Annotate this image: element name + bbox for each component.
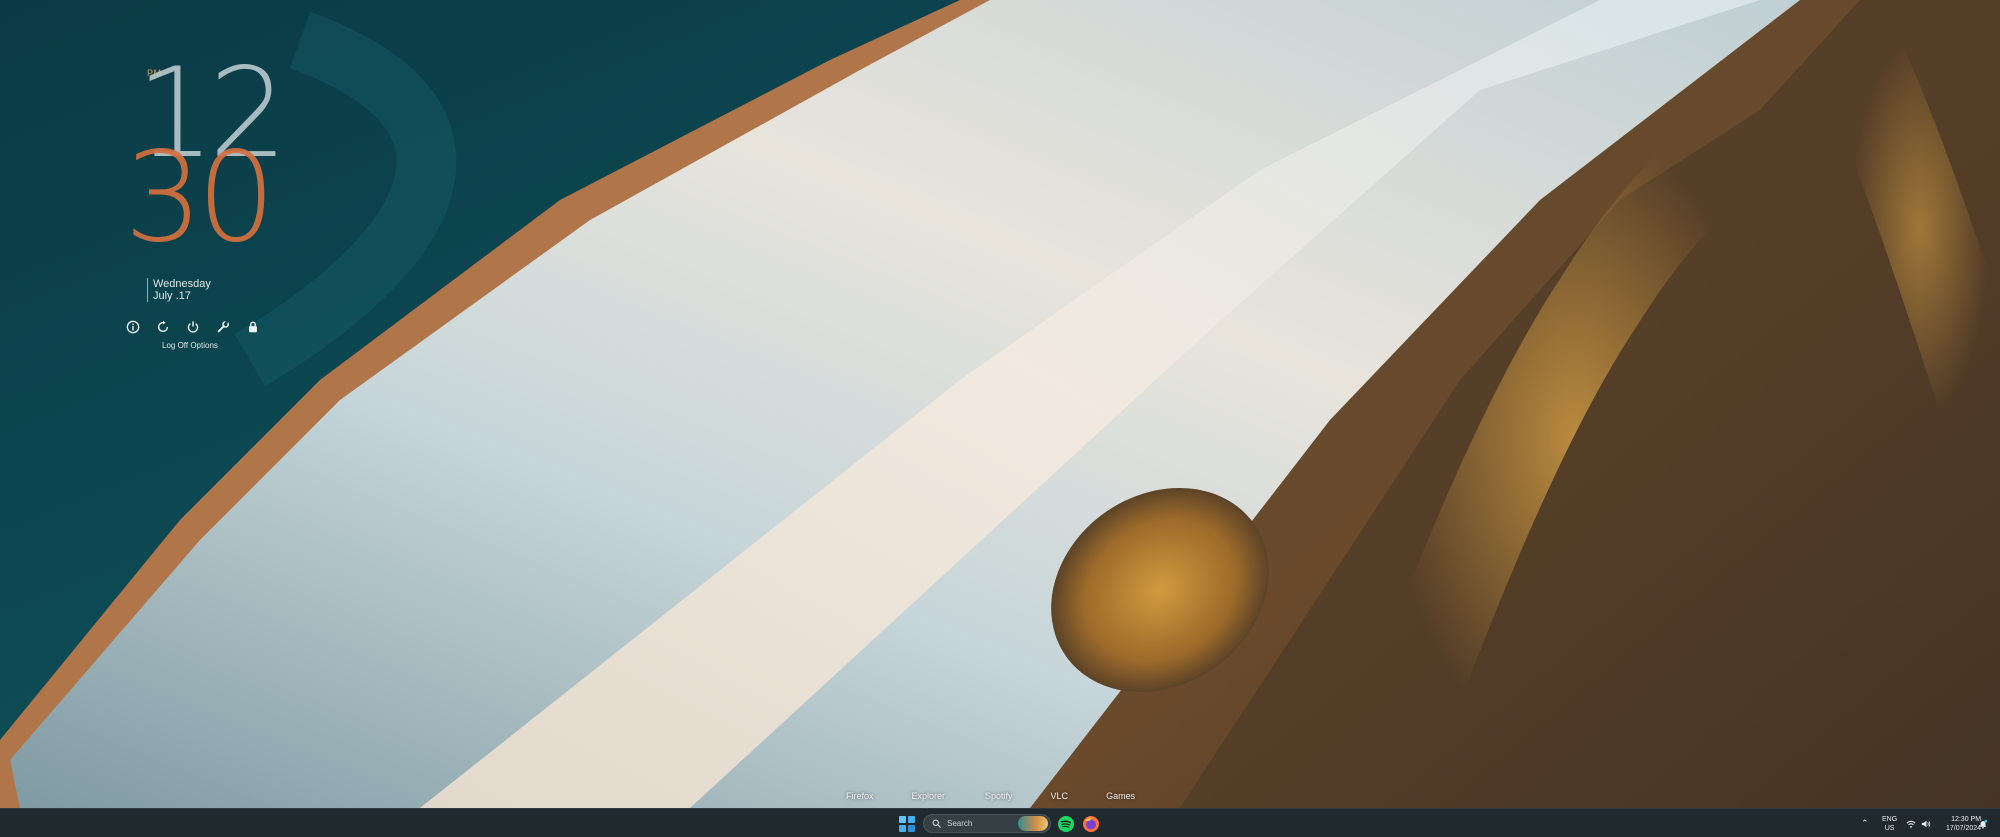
tray-overflow-button[interactable]: ⌃ — [1861, 809, 1869, 837]
taskbar-app-spotify[interactable] — [1057, 815, 1075, 833]
info-icon — [126, 320, 140, 334]
desktop-wallpaper — [0, 0, 2000, 808]
info-button[interactable] — [123, 317, 143, 337]
shutdown-button[interactable] — [183, 317, 203, 337]
date-block: Wednesday July .17 — [147, 278, 211, 302]
wifi-icon — [1906, 820, 1916, 828]
windows-logo-icon — [899, 816, 906, 823]
log-off-options-label: Log Off Options — [162, 341, 218, 350]
taskbar: Search ⌃ ENG US 12:30 PM 17/07/2024 — [0, 808, 2000, 837]
desktop: PM 12 30 Wednesday July .17 Log Off Opti… — [0, 0, 2000, 837]
volume-icon — [1921, 820, 1931, 827]
dock-item-vlc[interactable]: VLC — [1051, 791, 1069, 801]
lock-icon — [249, 321, 257, 333]
power-options — [123, 317, 263, 337]
firefox-icon — [1083, 816, 1099, 832]
power-icon — [187, 321, 199, 333]
dock-item-games[interactable]: Games — [1106, 791, 1135, 801]
dock-item-spotify[interactable]: Spotify — [985, 791, 1013, 801]
settings-button[interactable] — [213, 317, 233, 337]
wrench-icon — [217, 320, 230, 333]
search-icon — [932, 819, 941, 828]
date-date: July .17 — [153, 290, 191, 302]
lock-button[interactable] — [243, 317, 263, 337]
restart-icon — [157, 320, 169, 333]
tray-quick-settings[interactable] — [1906, 809, 1931, 837]
tray-date: 17/07/2024 — [1946, 824, 1982, 832]
start-button[interactable] — [899, 816, 915, 832]
tray-language[interactable]: ENG US — [1882, 809, 1897, 837]
bell-icon — [1979, 819, 1988, 829]
dock: Firefox Explorer Spotify VLC Games — [846, 791, 1135, 801]
tray-clock[interactable]: 12:30 PM 17/07/2024 — [1946, 809, 1981, 837]
clock-minutes: 30 — [124, 126, 276, 270]
spotify-icon — [1058, 816, 1074, 832]
notification-button[interactable] — [1978, 809, 1988, 837]
restart-button[interactable] — [153, 317, 173, 337]
taskbar-app-firefox[interactable] — [1082, 815, 1100, 833]
lang-bottom: US — [1884, 824, 1895, 832]
search-placeholder: Search — [947, 819, 973, 828]
taskbar-search[interactable]: Search — [923, 814, 1051, 833]
search-highlight-image — [1018, 816, 1048, 831]
dock-item-explorer[interactable]: Explorer — [912, 791, 946, 801]
date-day: Wednesday — [153, 278, 211, 290]
chevron-up-icon: ⌃ — [1861, 818, 1869, 828]
tray-time: 12:30 PM — [1951, 815, 1982, 823]
dock-item-firefox[interactable]: Firefox — [846, 791, 874, 801]
lang-top: ENG — [1882, 815, 1898, 823]
